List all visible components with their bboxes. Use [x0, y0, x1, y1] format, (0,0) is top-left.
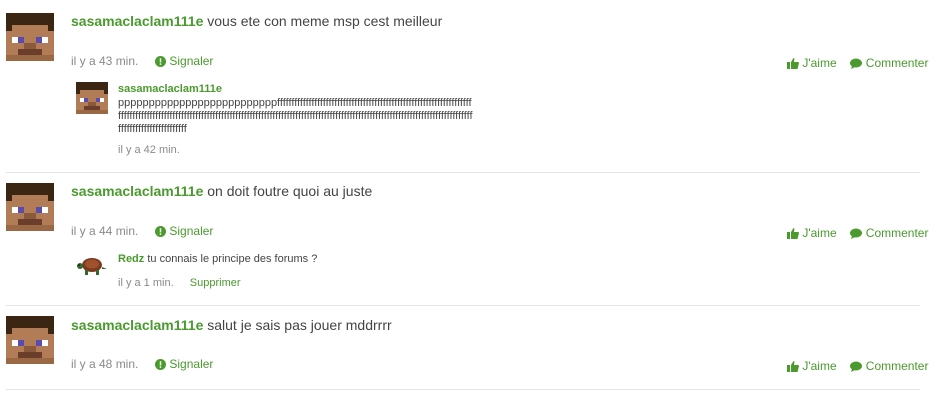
like-label: J'aime	[802, 226, 837, 240]
comment-text: on doit foutre quoi au juste	[207, 183, 373, 199]
author-link[interactable]: sasamaclaclam111e	[118, 83, 222, 95]
author-link[interactable]: Redz	[118, 253, 144, 265]
comment-body: sasamaclaclam111e vous ete con meme msp …	[71, 13, 442, 29]
comment-text: vous ete con meme msp cest meilleur	[207, 13, 443, 29]
divider	[6, 172, 920, 173]
like-label: J'aime	[802, 359, 837, 373]
report-button[interactable]: Signaler	[155, 224, 213, 238]
comment-meta: il y a 43 min. Signaler	[71, 54, 213, 68]
reply-text: ppppppppppppppppppppppppppffffffffffffff…	[118, 97, 473, 135]
report-button[interactable]: Signaler	[155, 54, 213, 68]
comment-meta: il y a 48 min. Signaler	[71, 357, 213, 371]
report-label: Signaler	[169, 224, 214, 238]
alert-icon	[155, 226, 167, 238]
speech-bubble-icon	[850, 361, 863, 373]
timestamp: il y a 48 min.	[71, 357, 139, 371]
author-link[interactable]: sasamaclaclam111e	[71, 317, 203, 333]
reply-author: sasamaclaclam111e	[118, 83, 222, 95]
reply-meta: il y a 1 min. Supprimer	[118, 277, 241, 289]
avatar[interactable]	[6, 13, 54, 61]
author-link[interactable]: sasamaclaclam111e	[71, 183, 203, 199]
reply-label: Commenter	[865, 226, 929, 240]
alert-icon	[155, 56, 167, 68]
turtle-avatar-icon[interactable]	[76, 256, 108, 276]
divider	[6, 389, 920, 390]
timestamp: il y a 1 min.	[118, 277, 174, 289]
divider	[6, 305, 920, 306]
reply-body: Redz tu connais le principe des forums ?	[118, 253, 317, 265]
thumbs-up-icon	[787, 228, 799, 240]
delete-button[interactable]: Supprimer	[190, 277, 241, 289]
reply-timestamp: il y a 42 min.	[118, 144, 180, 156]
avatar[interactable]	[6, 183, 54, 231]
reply-button[interactable]: Commenter	[850, 359, 928, 373]
comment-text: salut je sais pas jouer mddrrrr	[207, 317, 392, 333]
reply-text: tu connais le principe des forums ?	[147, 253, 318, 265]
comment-actions: J'aime Commenter	[787, 54, 928, 72]
report-label: Signaler	[169, 54, 214, 68]
like-label: J'aime	[802, 56, 837, 70]
avatar[interactable]	[6, 316, 54, 364]
timestamp: il y a 43 min.	[71, 54, 139, 68]
reply-label: Commenter	[865, 56, 929, 70]
report-button[interactable]: Signaler	[155, 357, 213, 371]
reply-label: Commenter	[865, 359, 929, 373]
author-link[interactable]: sasamaclaclam111e	[71, 13, 203, 29]
reply-button[interactable]: Commenter	[850, 56, 928, 70]
speech-bubble-icon	[850, 228, 863, 240]
comment-body: sasamaclaclam111e salut je sais pas joue…	[71, 317, 392, 333]
like-button[interactable]: J'aime	[787, 226, 840, 240]
comment-body: sasamaclaclam111e on doit foutre quoi au…	[71, 183, 372, 199]
comment-meta: il y a 44 min. Signaler	[71, 224, 213, 238]
reply-button[interactable]: Commenter	[850, 226, 928, 240]
like-button[interactable]: J'aime	[787, 359, 840, 373]
timestamp: il y a 44 min.	[71, 224, 139, 238]
report-label: Signaler	[169, 357, 214, 371]
thumbs-up-icon	[787, 361, 799, 373]
alert-icon	[155, 359, 167, 371]
comment-actions: J'aime Commenter	[787, 224, 928, 242]
thumbs-up-icon	[787, 58, 799, 70]
reply-avatar[interactable]	[76, 82, 108, 114]
like-button[interactable]: J'aime	[787, 56, 840, 70]
comment-actions: J'aime Commenter	[787, 357, 928, 375]
speech-bubble-icon	[850, 58, 863, 70]
